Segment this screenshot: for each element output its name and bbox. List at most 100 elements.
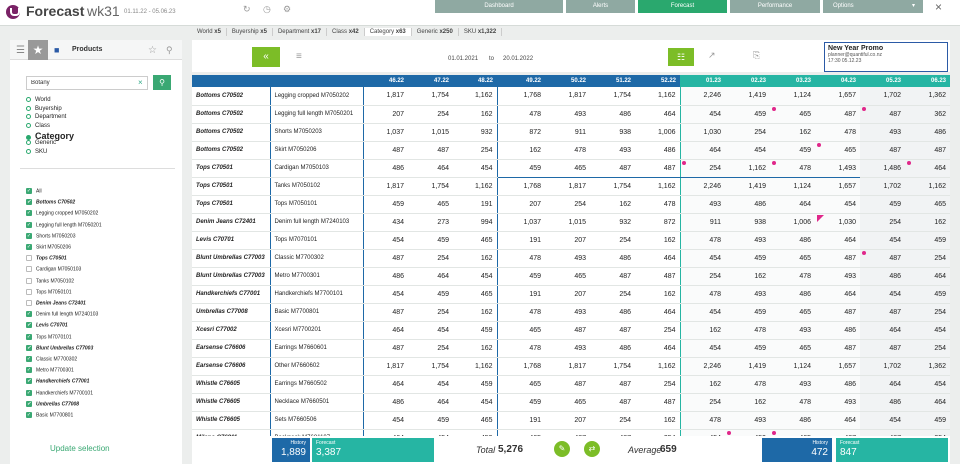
alert-marker-icon[interactable] (682, 161, 686, 165)
value-cell[interactable]: 1,486 (860, 159, 905, 178)
value-cell[interactable]: 464 (860, 321, 905, 340)
sync-button[interactable]: ⇄ (584, 441, 600, 457)
alert-marker-icon[interactable] (817, 143, 821, 147)
tab-performance[interactable]: Performance (730, 0, 820, 13)
product-checkbox-item[interactable]: ✓ Classic M7700302 (26, 356, 77, 362)
week-header[interactable]: 47.22 (408, 75, 453, 87)
generic-cell[interactable]: Cardigan M7050103 (269, 159, 364, 178)
value-cell[interactable]: 254 (905, 339, 950, 358)
search-icon[interactable]: ⚲ (166, 45, 173, 56)
value-cell[interactable]: 464 (679, 141, 725, 160)
week-header[interactable]: 02.23 (725, 75, 770, 87)
menu-icon[interactable]: ≡ (296, 51, 302, 62)
week-header[interactable]: 51.22 (590, 75, 635, 87)
value-cell[interactable]: 1,162 (725, 158, 770, 178)
category-cell[interactable]: Tops C70501 (192, 159, 270, 178)
value-cell[interactable]: 459 (725, 249, 770, 268)
value-cell[interactable]: 459 (905, 285, 950, 304)
value-cell[interactable]: 1,362 (905, 87, 950, 106)
value-cell[interactable]: 464 (860, 375, 905, 394)
generic-cell[interactable]: Necklace M7660501 (269, 393, 364, 412)
category-cell[interactable]: Blunt Umbrellas C77003 (192, 267, 270, 286)
value-cell[interactable]: 464 (815, 411, 860, 430)
alert-marker-icon[interactable] (727, 431, 731, 435)
generic-cell[interactable]: Other M7660602 (269, 357, 364, 376)
value-cell[interactable]: 478 (725, 321, 770, 340)
value-cell[interactable]: 478 (770, 158, 815, 178)
value-cell[interactable]: 478 (679, 231, 725, 250)
value-cell[interactable]: 254 (679, 393, 725, 412)
cube-icon[interactable]: ■ (54, 45, 59, 55)
value-cell[interactable]: 459 (725, 303, 770, 322)
value-cell[interactable]: 493 (770, 375, 815, 394)
value-cell[interactable]: 1,702 (860, 357, 905, 376)
category-cell[interactable]: Umbrellas C77008 (192, 303, 270, 322)
value-cell[interactable]: 2,246 (679, 87, 725, 106)
generic-cell[interactable]: Xcesri M7700201 (269, 321, 364, 340)
value-cell[interactable]: 254 (860, 213, 905, 232)
value-cell[interactable]: 465 (770, 339, 815, 358)
category-cell[interactable]: Whistle C76605 (192, 393, 270, 412)
generic-cell[interactable]: Skirt M7050206 (269, 141, 364, 160)
value-cell[interactable]: 487 (860, 303, 905, 322)
value-cell[interactable]: 1,124 (770, 357, 815, 376)
breadcrumb-generic[interactable]: Generic x250 (412, 28, 459, 36)
value-cell[interactable]: 454 (815, 195, 860, 214)
generic-cell[interactable]: Earrings M7660502 (269, 375, 364, 394)
value-cell[interactable]: 486 (860, 267, 905, 286)
stack-icon[interactable]: ☰ (16, 45, 25, 56)
value-cell[interactable]: 465 (770, 105, 815, 124)
export-icon[interactable]: ⎘ (753, 50, 760, 61)
product-checkbox-item[interactable]: Tops C70501 (26, 255, 67, 262)
value-cell[interactable]: 478 (770, 393, 815, 412)
value-cell[interactable]: 493 (725, 285, 770, 304)
breadcrumb-world[interactable]: World x5 (192, 28, 227, 36)
level-generic[interactable]: Generic (26, 140, 56, 146)
category-cell[interactable]: Bottoms C70502 (192, 105, 270, 124)
generic-cell[interactable]: Metro M7700301 (269, 267, 364, 286)
value-cell[interactable]: 487 (815, 303, 860, 322)
value-cell[interactable]: 454 (860, 231, 905, 250)
generic-cell[interactable]: Handkerchiefs M7700101 (269, 285, 364, 304)
grid-view-button[interactable]: ☷ (668, 48, 694, 66)
alert-marker-icon[interactable] (862, 107, 866, 111)
category-cell[interactable]: Bottoms C70502 (192, 141, 270, 160)
value-cell[interactable]: 1,124 (770, 177, 815, 196)
value-cell[interactable]: 1,419 (725, 357, 770, 376)
value-cell[interactable]: 938 (725, 213, 770, 232)
value-cell[interactable]: 486 (770, 231, 815, 250)
value-cell[interactable]: 459 (770, 141, 815, 160)
week-header[interactable]: 49.22 (497, 75, 545, 87)
close-icon[interactable]: × (935, 0, 942, 14)
generic-cell[interactable]: Legging cropped M7050202 (269, 87, 364, 106)
product-checkbox-item[interactable]: ✓ Metro M7700301 (26, 367, 74, 374)
product-checkbox-item[interactable]: Tanks M7050102 (26, 277, 74, 284)
week-header[interactable]: 06.23 (905, 75, 950, 87)
value-cell[interactable]: 459 (905, 231, 950, 250)
value-cell[interactable]: 464 (815, 231, 860, 250)
product-checkbox-item[interactable]: ✓ Legging cropped M7050202 (26, 210, 98, 217)
alert-marker-icon[interactable] (772, 161, 776, 165)
level-buyership[interactable]: Buyership (26, 105, 62, 112)
category-cell[interactable]: Bottoms C70502 (192, 123, 270, 142)
category-cell[interactable]: Whistle C76605 (192, 375, 270, 394)
product-checkbox-item[interactable]: Tops M7050101 (26, 288, 72, 295)
adjust-button[interactable]: ✎ (554, 441, 570, 457)
value-cell[interactable]: 254 (679, 158, 725, 178)
products-tab-label[interactable]: Products (72, 46, 102, 53)
value-cell[interactable]: 454 (725, 141, 770, 160)
category-cell[interactable]: Tops C70501 (192, 195, 270, 214)
value-cell[interactable]: 454 (860, 411, 905, 430)
value-cell[interactable]: 454 (679, 339, 725, 358)
value-cell[interactable]: 1,493 (815, 158, 860, 178)
value-cell[interactable]: 486 (815, 321, 860, 340)
week-header[interactable]: 03.23 (770, 75, 815, 87)
value-cell[interactable]: 254 (725, 123, 770, 142)
generic-cell[interactable]: Legging full length M7050201 (269, 105, 364, 124)
value-cell[interactable]: 486 (770, 285, 815, 304)
value-cell[interactable]: 465 (770, 303, 815, 322)
value-cell[interactable]: 454 (905, 321, 950, 340)
generic-cell[interactable]: Classic M7700302 (269, 249, 364, 268)
category-cell[interactable]: Denim Jeans C72401 (192, 213, 270, 232)
week-header[interactable]: 50.22 (545, 75, 590, 87)
